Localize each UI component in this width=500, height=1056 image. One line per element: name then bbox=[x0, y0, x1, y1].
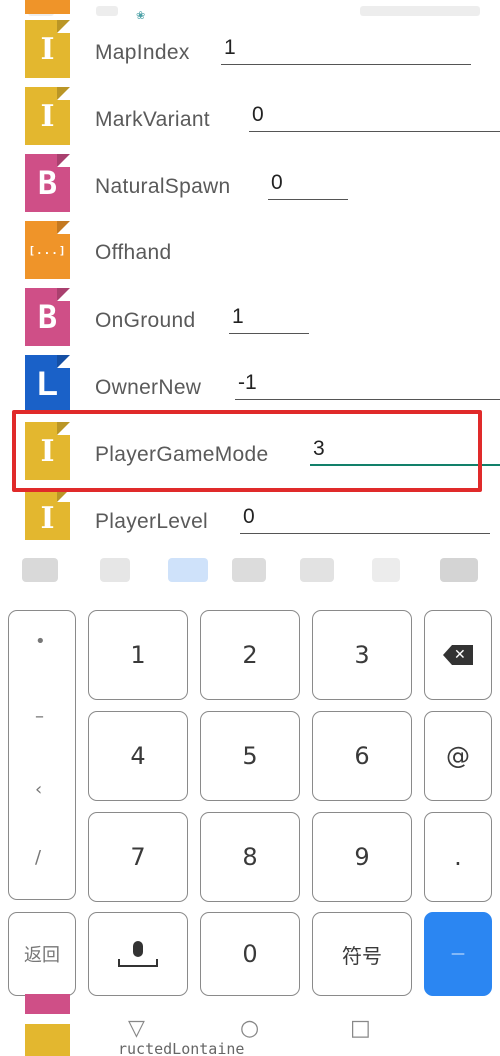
tag-value-field[interactable]: 1 bbox=[221, 35, 471, 65]
key-1[interactable]: 1 bbox=[88, 610, 188, 700]
list-tag-icon: [...] bbox=[25, 221, 70, 279]
tag-row-ownernew[interactable]: L OwnerNew -1 bbox=[0, 355, 500, 422]
tag-row-offhand[interactable]: [...] Offhand bbox=[0, 221, 500, 288]
numeric-keyboard: • – ‹ / 1 2 3 4 5 6 @ 7 8 9 . 返回 0 符号 — bbox=[0, 540, 500, 1056]
tag-name: MapIndex bbox=[95, 41, 190, 64]
key-5[interactable]: 5 bbox=[200, 711, 300, 801]
key-8[interactable]: 8 bbox=[200, 812, 300, 902]
navigation-bar: ▽ ○ □ bbox=[0, 1010, 500, 1056]
tag-value-field[interactable]: -1 bbox=[235, 370, 500, 400]
backspace-icon bbox=[443, 645, 473, 665]
at-key[interactable]: @ bbox=[424, 711, 492, 801]
tag-name: MarkVariant bbox=[95, 108, 210, 131]
symbol-key-blur[interactable]: – bbox=[35, 706, 44, 727]
toolbar-blur[interactable] bbox=[232, 558, 266, 582]
tag-row-markvariant[interactable]: I MarkVariant 0 bbox=[0, 87, 500, 154]
tag-value-field[interactable]: 0 bbox=[249, 102, 500, 132]
int-tag-icon bbox=[25, 1024, 70, 1056]
key-6[interactable]: 6 bbox=[312, 711, 412, 801]
back-key[interactable]: 返回 bbox=[8, 912, 76, 996]
key-2[interactable]: 2 bbox=[200, 610, 300, 700]
key-9[interactable]: 9 bbox=[312, 812, 412, 902]
key-3[interactable]: 3 bbox=[312, 610, 412, 700]
long-tag-icon: L bbox=[25, 355, 70, 413]
tag-row-playergamemode[interactable]: I PlayerGameMode 3 bbox=[0, 422, 500, 489]
enter-icon: — bbox=[451, 946, 465, 962]
backspace-key[interactable] bbox=[424, 610, 492, 700]
toolbar-blur[interactable] bbox=[168, 558, 208, 582]
int-tag-icon: I bbox=[25, 87, 70, 145]
voice-key[interactable] bbox=[88, 912, 188, 996]
tag-value-field-active[interactable]: 3 bbox=[310, 436, 500, 466]
home-nav-icon[interactable]: ○ bbox=[240, 1018, 259, 1040]
symbols-key[interactable]: 符号 bbox=[312, 912, 412, 996]
status-bar: ❀ bbox=[0, 0, 500, 22]
toolbar-blur[interactable] bbox=[22, 558, 58, 582]
tag-row-onground[interactable]: B OnGround 1 bbox=[0, 288, 500, 355]
microphone-icon bbox=[118, 941, 158, 967]
int-tag-icon: I bbox=[25, 422, 70, 480]
tag-value-field[interactable]: 0 bbox=[268, 170, 348, 200]
toolbar-blur[interactable] bbox=[372, 558, 400, 582]
tag-name: PlayerGameMode bbox=[95, 443, 269, 466]
tag-name: Offhand bbox=[95, 241, 172, 264]
tag-name: OwnerNew bbox=[95, 376, 202, 399]
byte-tag-icon: B bbox=[25, 154, 70, 212]
toolbar-blur[interactable] bbox=[300, 558, 334, 582]
obscured-row-text: ructedLontaine bbox=[118, 1040, 245, 1056]
keyboard-toolbar bbox=[0, 540, 500, 600]
int-tag-icon: I bbox=[25, 20, 70, 78]
toolbar-blur[interactable] bbox=[440, 558, 478, 582]
tag-value-field[interactable]: 0 bbox=[240, 504, 490, 534]
toolbar-blur[interactable] bbox=[100, 558, 130, 582]
tag-row-naturalspawn[interactable]: B NaturalSpawn 0 bbox=[0, 154, 500, 221]
tag-name: OnGround bbox=[95, 309, 196, 332]
back-nav-icon[interactable]: ▽ bbox=[128, 1018, 145, 1040]
symbol-column[interactable]: • – ‹ / bbox=[8, 610, 76, 900]
byte-tag-icon bbox=[25, 994, 70, 1014]
symbol-key-blur[interactable]: • bbox=[35, 631, 46, 652]
enter-key[interactable]: — bbox=[424, 912, 492, 996]
status-blur bbox=[96, 6, 118, 16]
dot-key[interactable]: . bbox=[424, 812, 492, 902]
slash-key[interactable]: / bbox=[35, 847, 41, 868]
key-0[interactable]: 0 bbox=[200, 912, 300, 996]
status-blur bbox=[360, 6, 480, 16]
tag-name: NaturalSpawn bbox=[95, 175, 231, 198]
key-7[interactable]: 7 bbox=[88, 812, 188, 902]
key-4[interactable]: 4 bbox=[88, 711, 188, 801]
list-tag-icon bbox=[25, 0, 70, 14]
byte-tag-icon: B bbox=[25, 288, 70, 346]
recents-nav-icon[interactable]: □ bbox=[350, 1018, 371, 1040]
tag-row-mapindex[interactable]: I MapIndex 1 bbox=[0, 20, 500, 87]
tag-name: PlayerLevel bbox=[95, 510, 209, 533]
int-tag-icon: I bbox=[25, 489, 70, 547]
tag-value-field[interactable]: 1 bbox=[229, 304, 309, 334]
symbol-key-blur[interactable]: ‹ bbox=[35, 779, 42, 800]
